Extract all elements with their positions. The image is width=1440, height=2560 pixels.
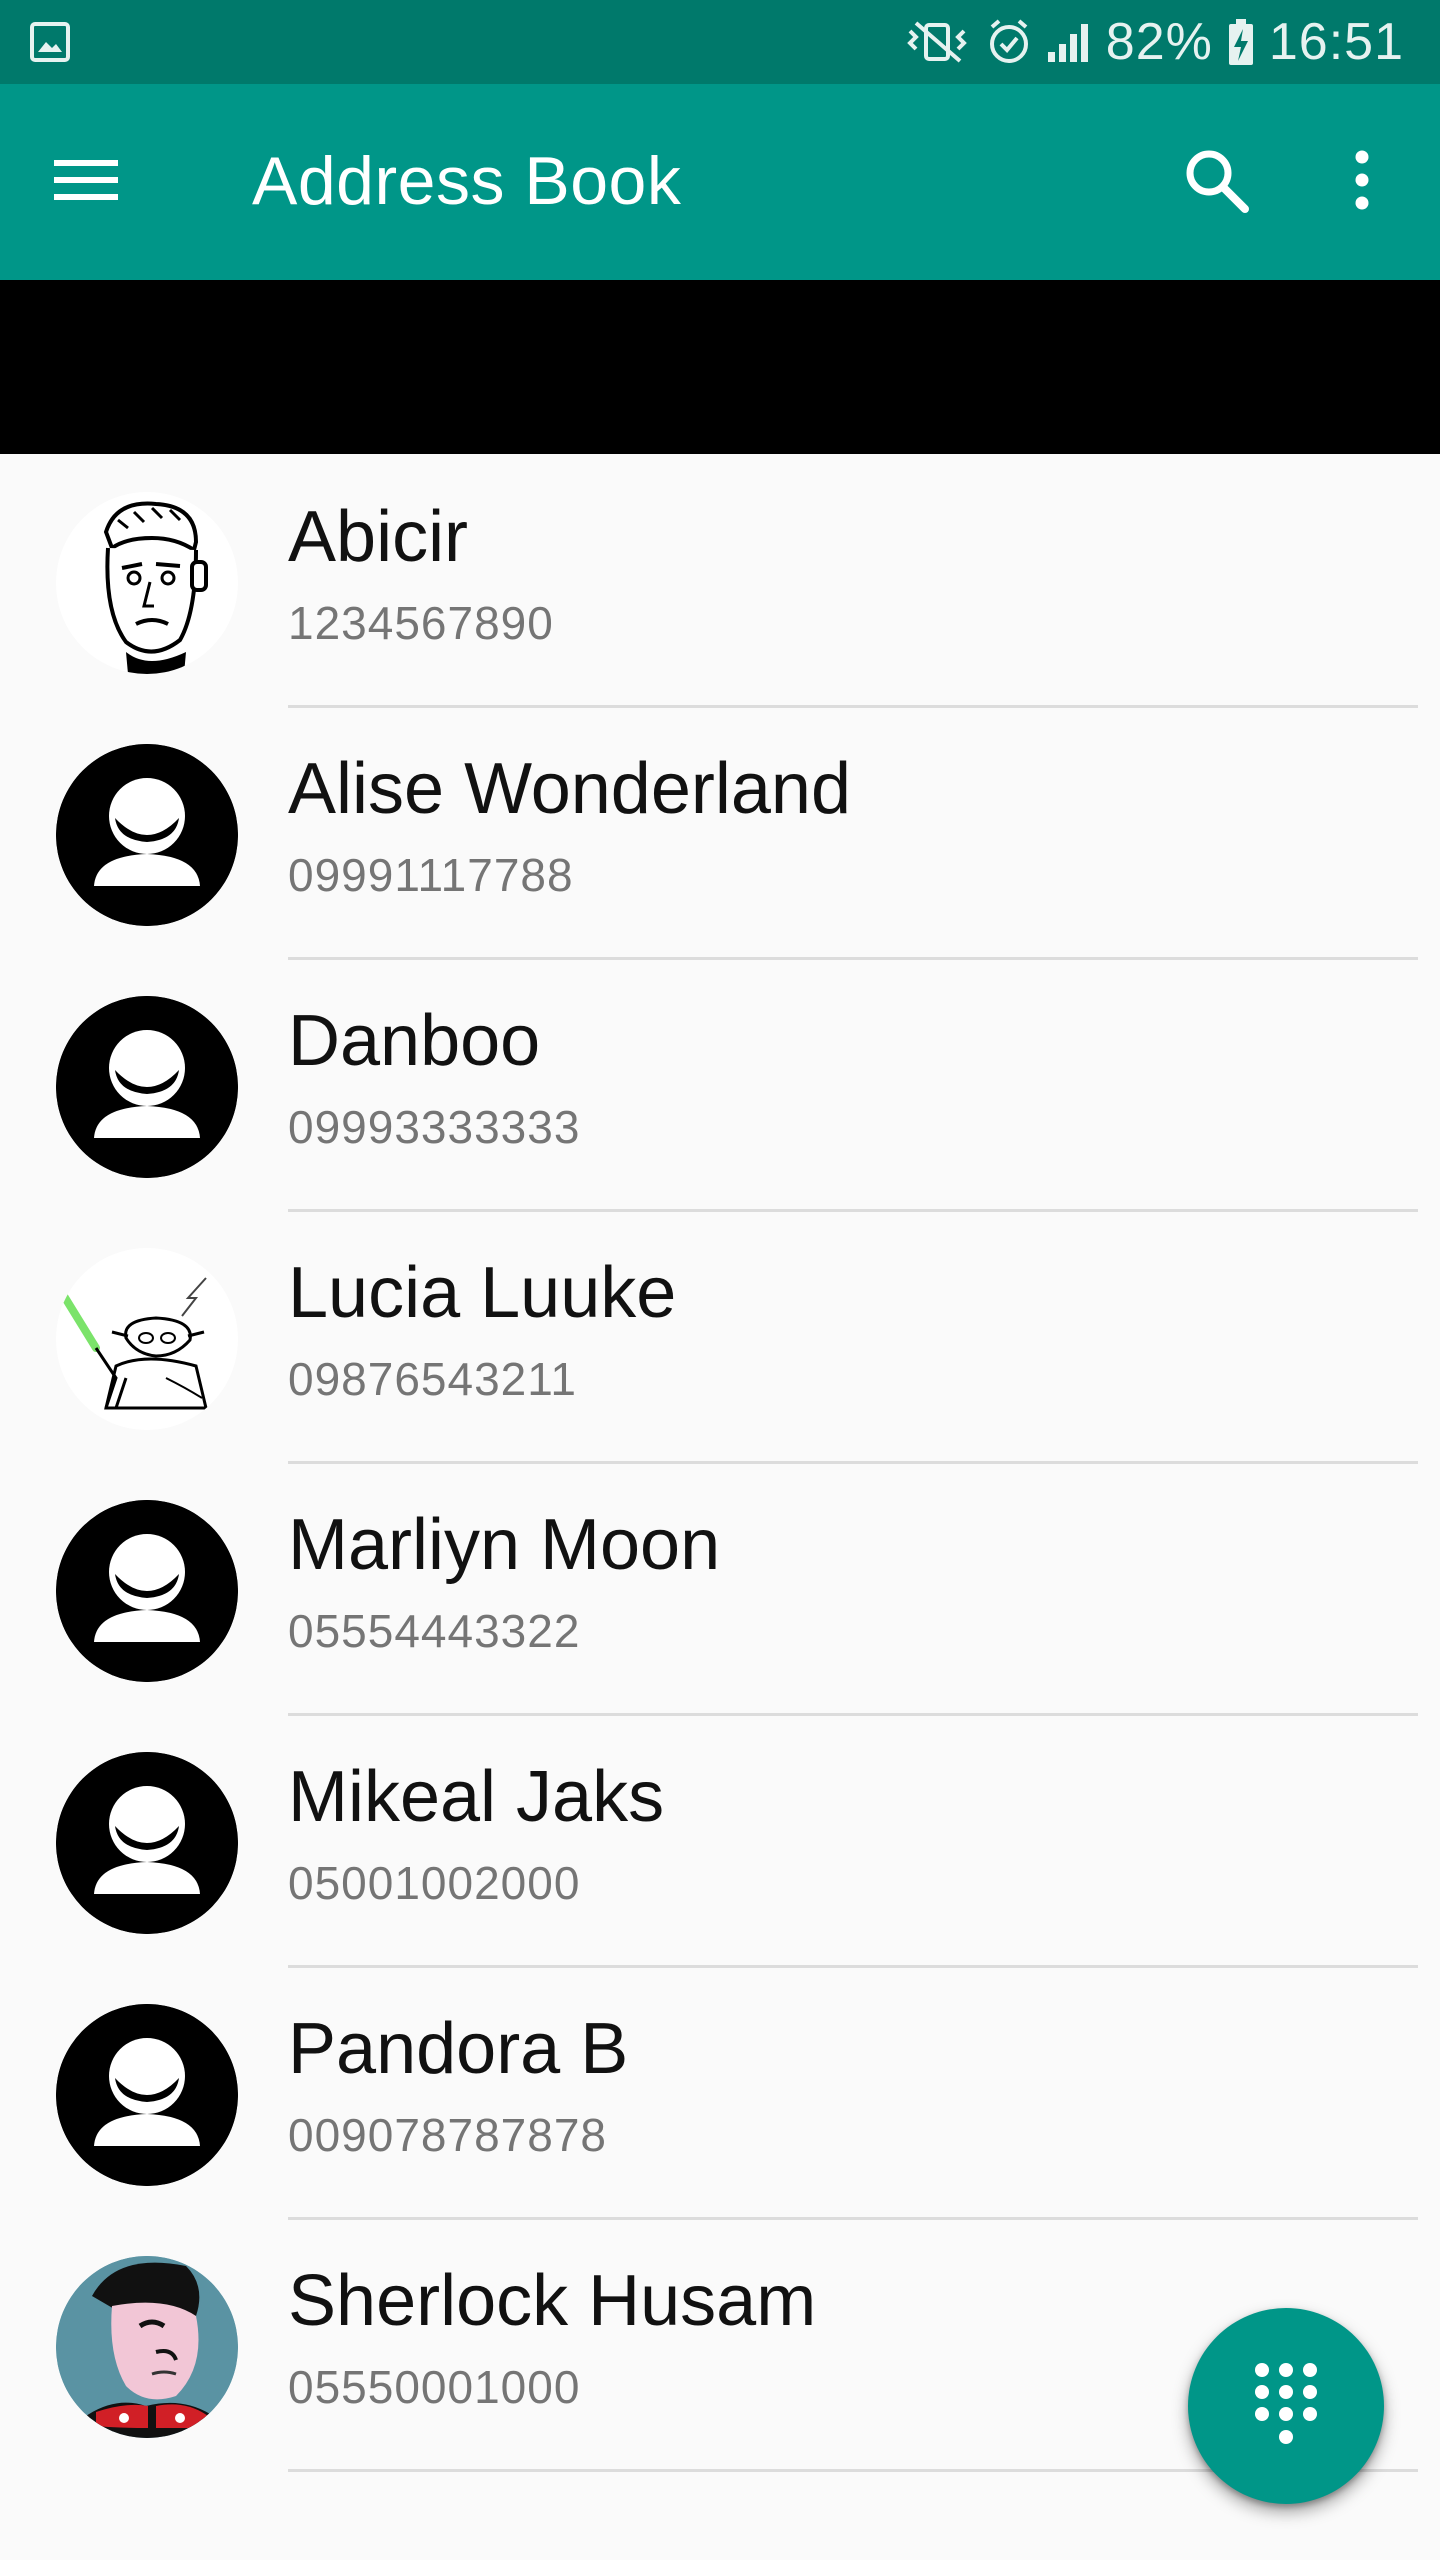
contact-name: Mikeal Jaks [288, 1757, 665, 1837]
list-item[interactable]: Abicir 1234567890 [0, 456, 1440, 708]
page-title: Address Book [252, 143, 682, 219]
list-item[interactable]: Danboo 09993333333 [0, 960, 1440, 1212]
contact-phone: 05001002000 [288, 1857, 581, 1909]
contact-phone: 1234567890 [288, 597, 554, 649]
contact-name: Danboo [288, 1001, 541, 1081]
contact-list[interactable]: Abicir 1234567890 Alise Wonderland 09991… [0, 456, 1440, 2472]
default-person-icon [56, 2004, 238, 2186]
contact-phone: 009078787878 [288, 2109, 607, 2161]
menu-button[interactable] [52, 148, 120, 216]
list-item[interactable]: Pandora B 009078787878 [0, 1968, 1440, 2220]
contact-phone: 05554443322 [288, 1605, 581, 1657]
clock: 16:51 [1268, 13, 1404, 71]
list-item[interactable]: Marliyn Moon 05554443322 [0, 1464, 1440, 1716]
battery-percent: 82% [1105, 13, 1213, 71]
alarm-icon [986, 17, 1032, 67]
avatar [56, 2256, 238, 2438]
more-vert-icon [1354, 149, 1370, 216]
contact-name: Abicir [288, 497, 469, 577]
status-bar: 82% 16:51 [0, 0, 1440, 84]
avatar [56, 1248, 238, 1430]
search-button[interactable] [1178, 144, 1254, 220]
battery-charging-icon [1227, 17, 1255, 67]
default-person-icon [56, 1500, 238, 1682]
contact-name: Alise Wonderland [288, 749, 851, 829]
black-banner [0, 280, 1440, 454]
contact-phone: 09876543211 [288, 1353, 577, 1405]
contact-name: Sherlock Husam [288, 2261, 817, 2341]
menu-icon [54, 156, 118, 209]
contact-phone: 09991117788 [288, 849, 574, 901]
list-item[interactable]: Lucia Luuke 09876543211 [0, 1212, 1440, 1464]
app-bar: Address Book [0, 84, 1440, 280]
avatar [56, 492, 238, 674]
default-person-icon [56, 744, 238, 926]
default-person-icon [56, 996, 238, 1178]
contact-name: Pandora B [288, 2009, 629, 2089]
contact-phone: 09993333333 [288, 1101, 581, 1153]
dialpad-icon [1253, 2361, 1319, 2452]
more-options-button[interactable] [1332, 144, 1392, 220]
dialpad-button[interactable] [1188, 2308, 1384, 2504]
contact-phone: 05550001000 [288, 2361, 581, 2413]
gallery-icon [28, 20, 72, 64]
contact-name: Lucia Luuke [288, 1253, 677, 1333]
search-icon [1183, 147, 1249, 218]
contact-name: Marliyn Moon [288, 1505, 721, 1585]
list-item[interactable]: Alise Wonderland 09991117788 [0, 708, 1440, 960]
list-item[interactable]: Mikeal Jaks 05001002000 [0, 1716, 1440, 1968]
vibrate-mute-icon [902, 17, 972, 67]
default-person-icon [56, 1752, 238, 1934]
signal-icon [1046, 20, 1092, 64]
